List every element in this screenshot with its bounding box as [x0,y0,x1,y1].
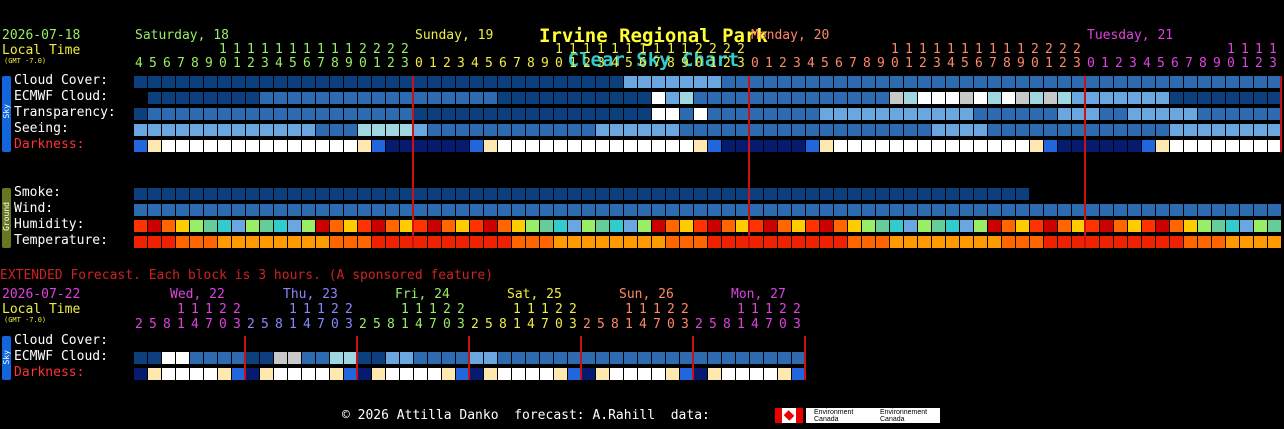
ext-darkness-cell [484,368,497,380]
ext-darkness-cell [512,368,525,380]
ext-cloud-cell [218,352,231,364]
ext-darkness-cell [736,368,749,380]
ext-midnight-divider [804,336,806,380]
ext-cloud-cell [400,352,413,364]
ext-darkness-cell [624,368,637,380]
ext-darkness-cell [778,368,791,380]
logo-text-en: Environment Canada [814,409,854,423]
ext-cloud-cell [288,352,301,364]
ext-midnight-divider [468,336,470,380]
ext-cloud-cell [442,352,455,364]
ext-darkness-cell [274,368,287,380]
ext-darkness-cell [554,368,567,380]
ext-darkness-cell [442,368,455,380]
ext-darkness-cell [372,368,385,380]
ext-cloud-cell [134,352,147,364]
ext-cloud-cell [162,352,175,364]
ext-cloud-cell [694,352,707,364]
ext-midnight-divider [244,336,246,380]
ext-cloud-cell [624,352,637,364]
ext-cloud-cell [722,352,735,364]
ext-darkness-cell [708,368,721,380]
ext-cloud-cell [540,352,553,364]
ext-cloud-cell [330,352,343,364]
ext-cloud-cell [274,352,287,364]
ext-cloud-cell [778,352,791,364]
ext-darkness-cell [498,368,511,380]
ext-darkness-cell [666,368,679,380]
ext-darkness-cell [596,368,609,380]
ext-midnight-divider [692,336,694,380]
ext-cloud-cell [764,352,777,364]
ext-darkness-cell [610,368,623,380]
ext-darkness-cell [204,368,217,380]
ext-darkness-cell [176,368,189,380]
ext-cloud-cell [498,352,511,364]
ext-darkness-cell [162,368,175,380]
ext-cloud-cell [554,352,567,364]
ext-cloud-cell [596,352,609,364]
ext-darkness-cell [526,368,539,380]
ext-darkness-cell [386,368,399,380]
extended-forecast-grid [0,0,1284,424]
ext-darkness-cell [764,368,777,380]
ext-cloud-cell [386,352,399,364]
ext-cloud-cell [736,352,749,364]
ext-darkness-cell [260,368,273,380]
ext-darkness-cell [148,368,161,380]
ext-midnight-divider [356,336,358,380]
ext-cloud-cell [148,352,161,364]
ext-cloud-cell [610,352,623,364]
ext-darkness-cell [414,368,427,380]
ext-cloud-cell [708,352,721,364]
ext-darkness-cell [470,368,483,380]
ext-cloud-cell [246,352,259,364]
ext-darkness-cell [302,368,315,380]
ext-cloud-cell [260,352,273,364]
ext-cloud-cell [582,352,595,364]
ext-darkness-cell [540,368,553,380]
logo-text-fr: Environnement Canada [880,409,928,423]
ext-cloud-cell [526,352,539,364]
ext-cloud-cell [190,352,203,364]
ext-cloud-cell [372,352,385,364]
ext-darkness-cell [316,368,329,380]
ext-cloud-cell [428,352,441,364]
ext-darkness-cell [750,368,763,380]
ext-darkness-cell [582,368,595,380]
ext-cloud-cell [414,352,427,364]
ext-darkness-cell [400,368,413,380]
ext-midnight-divider [580,336,582,380]
ext-cloud-cell [358,352,371,364]
ext-cloud-cell [638,352,651,364]
ext-darkness-cell [246,368,259,380]
ext-cloud-cell [652,352,665,364]
ext-cloud-cell [470,352,483,364]
ext-cloud-cell [512,352,525,364]
footer-credits: © 2026 Attilla Danko forecast: A.Rahill … [342,408,710,423]
ext-cloud-cell [750,352,763,364]
ext-darkness-cell [652,368,665,380]
environment-canada-logo: Environment Canada Environnement Canada [806,408,940,423]
ext-darkness-cell [694,368,707,380]
ext-cloud-cell [666,352,679,364]
ext-darkness-cell [218,368,231,380]
ext-cloud-cell [484,352,497,364]
ext-darkness-cell [134,368,147,380]
ext-darkness-cell [722,368,735,380]
ext-cloud-cell [204,352,217,364]
canada-flag-icon [775,408,803,423]
ext-darkness-cell [428,368,441,380]
ext-cloud-cell [176,352,189,364]
ext-darkness-cell [358,368,371,380]
ext-cloud-cell [316,352,329,364]
ext-darkness-cell [638,368,651,380]
ext-darkness-cell [330,368,343,380]
ext-darkness-cell [288,368,301,380]
ext-cloud-cell [302,352,315,364]
ext-darkness-cell [190,368,203,380]
